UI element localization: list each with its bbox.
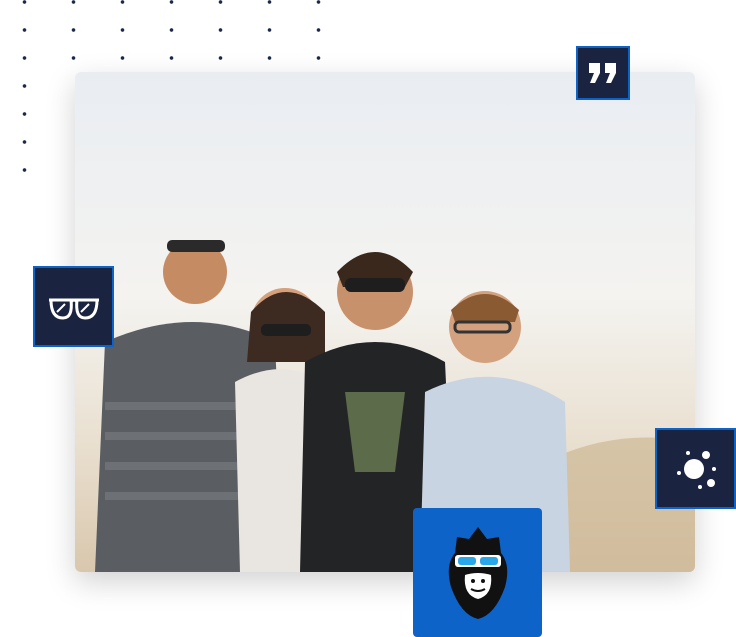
friends-photo xyxy=(75,72,695,572)
sunglasses-icon xyxy=(48,298,99,320)
mascot-tile xyxy=(413,508,542,637)
glasses-tile xyxy=(33,266,114,347)
friends-illustration xyxy=(95,240,695,572)
planet-tile xyxy=(655,428,736,509)
planet-icon xyxy=(676,450,716,489)
quote-tile xyxy=(576,46,630,100)
quote-icon xyxy=(589,63,616,83)
monkey-mascot-icon xyxy=(448,526,507,619)
